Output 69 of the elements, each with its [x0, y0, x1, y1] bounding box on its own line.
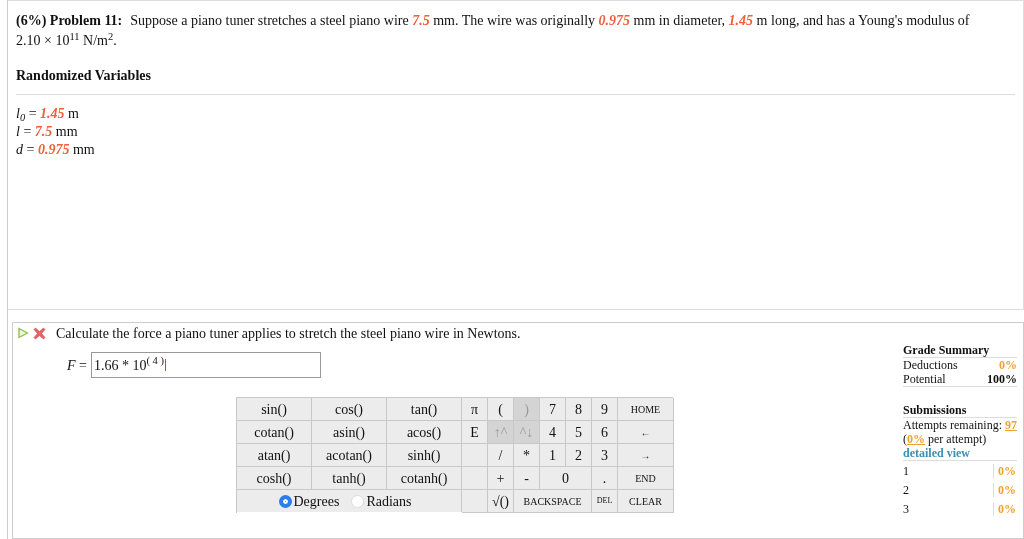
- submission-number: 1: [903, 463, 910, 478]
- function-key[interactable]: cotan(): [237, 421, 312, 444]
- function-key[interactable]: atan(): [237, 444, 312, 467]
- function-key[interactable]: acotan(): [312, 444, 387, 467]
- keypad-key[interactable]: 0: [540, 467, 592, 490]
- keypad-key[interactable]: +: [488, 467, 514, 490]
- keypad-key[interactable]: 9: [592, 398, 618, 421]
- question-text: Calculate the force a piano tuner applies to stretch the steel piano wire in Newtons.: [56, 324, 521, 343]
- detailed-view-link[interactable]: detailed view: [903, 446, 1017, 461]
- answer-label: F =: [67, 356, 87, 375]
- variable-line: l$_{0}$ = 1.45 m: [16, 105, 80, 123]
- keypad-key[interactable]: (: [488, 398, 514, 421]
- keypad-key[interactable]: √(): [488, 490, 514, 513]
- navigation-key[interactable]: HOME: [618, 398, 674, 421]
- function-key[interactable]: tan(): [387, 398, 462, 421]
- submission-score: 0%: [993, 482, 1017, 497]
- summary-label: Potential: [903, 372, 946, 386]
- navigation-key[interactable]: END: [618, 467, 674, 490]
- keypad-key[interactable]: /: [488, 444, 514, 467]
- answer-field[interactable]: 1.66 * 10$^{( 4 )}$: [90, 352, 321, 378]
- keypad-key[interactable]: 6: [592, 421, 618, 444]
- section-heading: Randomized Variables: [16, 65, 1015, 95]
- summary-value: 0%: [999, 358, 1017, 372]
- function-key[interactable]: sinh(): [387, 444, 462, 467]
- angle-mode-radio[interactable]: Degrees: [278, 490, 340, 512]
- navigation-key[interactable]: ←: [618, 421, 674, 444]
- angle-mode-radio[interactable]: Radians: [351, 490, 412, 512]
- play-icon: [17, 327, 29, 339]
- keypad-key[interactable]: 1: [540, 444, 566, 467]
- attempts-label: Attempts remaining:: [903, 418, 1002, 432]
- variable-line: d = 0.975 mm: [16, 141, 96, 159]
- function-key[interactable]: cos(): [312, 398, 387, 421]
- backspace-key[interactable]: BACKSPACE: [514, 490, 592, 513]
- keypad-key[interactable]: 5: [566, 421, 592, 444]
- function-key[interactable]: asin(): [312, 421, 387, 444]
- navigation-key[interactable]: CLEAR: [618, 490, 674, 513]
- keypad-key[interactable]: 7: [540, 398, 566, 421]
- panel-heading: Submissions: [903, 403, 1017, 418]
- keypad-key[interactable]: 2: [566, 444, 592, 467]
- keypad-key[interactable]: *: [514, 444, 540, 467]
- panel-heading: Grade Summary: [903, 343, 1017, 358]
- summary-label: Deductions: [903, 358, 958, 372]
- submission-number: 3: [903, 501, 910, 516]
- keypad-key[interactable]: 8: [566, 398, 592, 421]
- function-key[interactable]: tanh(): [312, 467, 387, 490]
- blank-key: [462, 444, 488, 467]
- function-key[interactable]: acos(): [387, 421, 462, 444]
- keypad-key[interactable]: -: [514, 467, 540, 490]
- submission-score: 0%: [993, 501, 1017, 516]
- variable-line: l = 7.5 mm: [16, 123, 79, 141]
- submission-number: 2: [903, 482, 910, 497]
- problem-statement: (6%) Problem 11: Suppose a piano tuner stretches a steel piano wire 7.5 mm. The wire was originally 0.975 mm in diameter, 1.45 m long, and has a Young's modulus of 2.10 × 10$^{11}$ N/m$^{2}$.: [16, 12, 971, 50]
- per-attempt-label: per attempt): [928, 432, 987, 446]
- attempts-count: 97: [1005, 418, 1017, 432]
- blank-key: [462, 467, 488, 490]
- function-key[interactable]: cosh(): [237, 467, 312, 490]
- delete-key[interactable]: DEL: [592, 490, 618, 513]
- summary-value: 100%: [987, 372, 1017, 386]
- navigation-key[interactable]: →: [618, 444, 674, 467]
- keypad-key[interactable]: E: [462, 421, 488, 444]
- per-attempt-value: (0%: [903, 432, 925, 446]
- keypad-key[interactable]: 3: [592, 444, 618, 467]
- submission-score: 0%: [993, 463, 1017, 478]
- keypad-key[interactable]: π: [462, 398, 488, 421]
- cross-icon: [33, 326, 46, 340]
- function-key[interactable]: sin(): [237, 398, 312, 421]
- keypad-key[interactable]: .: [592, 467, 618, 490]
- keypad-key[interactable]: 4: [540, 421, 566, 444]
- function-key[interactable]: cotanh(): [387, 467, 462, 490]
